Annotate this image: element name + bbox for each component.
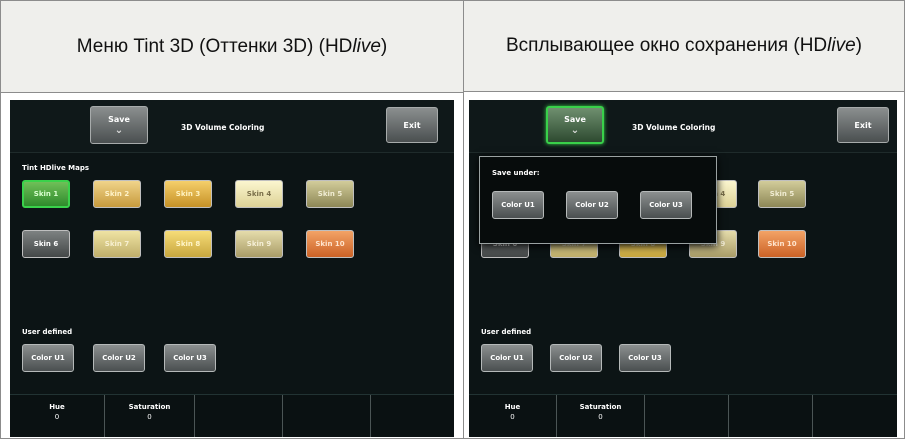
save-color-u2-button[interactable]: Color U2 [566,191,618,219]
hue-label: Hue [504,403,521,411]
chevron-down-icon: ⌄ [570,125,580,136]
hue-value: 0 [54,413,60,421]
color-u3-button[interactable]: Color U3 [164,344,216,372]
skin-5-button[interactable]: Skin 5 [306,180,354,208]
top-bar: Save ⌄ 3D Volume Coloring Exit [469,100,897,153]
skin-7-button[interactable]: Skin 7 [93,230,141,258]
user-defined-label: User defined [22,328,73,336]
save-under-label: Save under: [492,169,540,177]
save-color-u3-button[interactable]: Color U3 [640,191,692,219]
save-button-label: Save [108,115,130,124]
exit-button[interactable]: Exit [386,107,438,143]
saturation-label: Saturation [128,403,171,411]
header-tint-menu-text: Меню Tint 3D (Оттенки 3D) (HD [76,35,353,57]
saturation-control[interactable]: Saturation 0 [105,395,195,437]
tint-menu-screen: Save ⌄ 3D Volume Coloring Exit Tint HDli… [10,100,454,437]
save-button[interactable]: Save ⌄ [546,106,604,144]
empty-control-1[interactable] [195,395,283,437]
hue-value: 0 [510,413,515,421]
saturation-label: Saturation [579,403,622,411]
saturation-control[interactable]: Saturation 0 [557,395,645,437]
header-save-popup: Всплывающее окно сохранения (HDlive) [464,1,904,92]
skin-1-button[interactable]: Skin 1 [22,180,70,208]
header-tint-menu-italic: live [352,35,381,57]
skin-3-button[interactable]: Skin 3 [164,180,212,208]
save-button[interactable]: Save ⌄ [90,106,148,144]
tint-maps-label: Tint HDlive Maps [22,164,90,172]
saturation-value: 0 [598,413,603,421]
skin-6-button[interactable]: Skin 6 [22,230,70,258]
save-button-label: Save [564,115,586,124]
save-popup-screen: Save ⌄ 3D Volume Coloring Exit Skin 4 Sk… [469,100,897,437]
header-tint-menu: Меню Tint 3D (Оттенки 3D) (HDlive) [1,1,464,93]
chevron-down-icon: ⌄ [114,125,124,136]
empty-control-2[interactable] [283,395,371,437]
hue-control[interactable]: Hue 0 [10,395,105,437]
header-tint-menu-close: ) [380,35,388,57]
header-save-popup-close: ) [855,35,862,56]
exit-button[interactable]: Exit [837,107,889,143]
hue-control[interactable]: Hue 0 [469,395,557,437]
user-defined-label: User defined [481,328,532,336]
parameter-bar: Hue 0 Saturation 0 [469,394,897,437]
save-under-popup: Save under: Color U1 Color U2 Color U3 [479,156,717,244]
header-save-popup-text: Всплывающее окно сохранения (HD [506,35,828,56]
screen-title: 3D Volume Coloring [632,123,716,132]
color-u1-button[interactable]: Color U1 [22,344,74,372]
skin-10-button[interactable]: Skin 10 [306,230,354,258]
column-divider [463,92,464,438]
empty-control-3[interactable] [371,395,454,437]
parameter-bar: Hue 0 Saturation 0 [10,394,454,437]
skin-5-button[interactable]: Skin 5 [758,180,806,208]
skin-2-button[interactable]: Skin 2 [93,180,141,208]
save-color-u1-button[interactable]: Color U1 [492,191,544,219]
skin-8-button[interactable]: Skin 8 [164,230,212,258]
saturation-value: 0 [147,413,152,421]
color-u2-button[interactable]: Color U2 [93,344,145,372]
color-u2-button[interactable]: Color U2 [550,344,602,372]
screen-title: 3D Volume Coloring [181,123,265,132]
header-save-popup-italic: live [827,35,856,56]
skin-9-button[interactable]: Skin 9 [235,230,283,258]
color-u3-button[interactable]: Color U3 [619,344,671,372]
color-u1-button[interactable]: Color U1 [481,344,533,372]
empty-control-3[interactable] [813,395,897,437]
skin-10-button[interactable]: Skin 10 [758,230,806,258]
top-bar: Save ⌄ 3D Volume Coloring Exit [10,100,454,153]
skin-4-button[interactable]: Skin 4 [235,180,283,208]
empty-control-1[interactable] [645,395,729,437]
empty-control-2[interactable] [729,395,813,437]
hue-label: Hue [49,403,65,411]
